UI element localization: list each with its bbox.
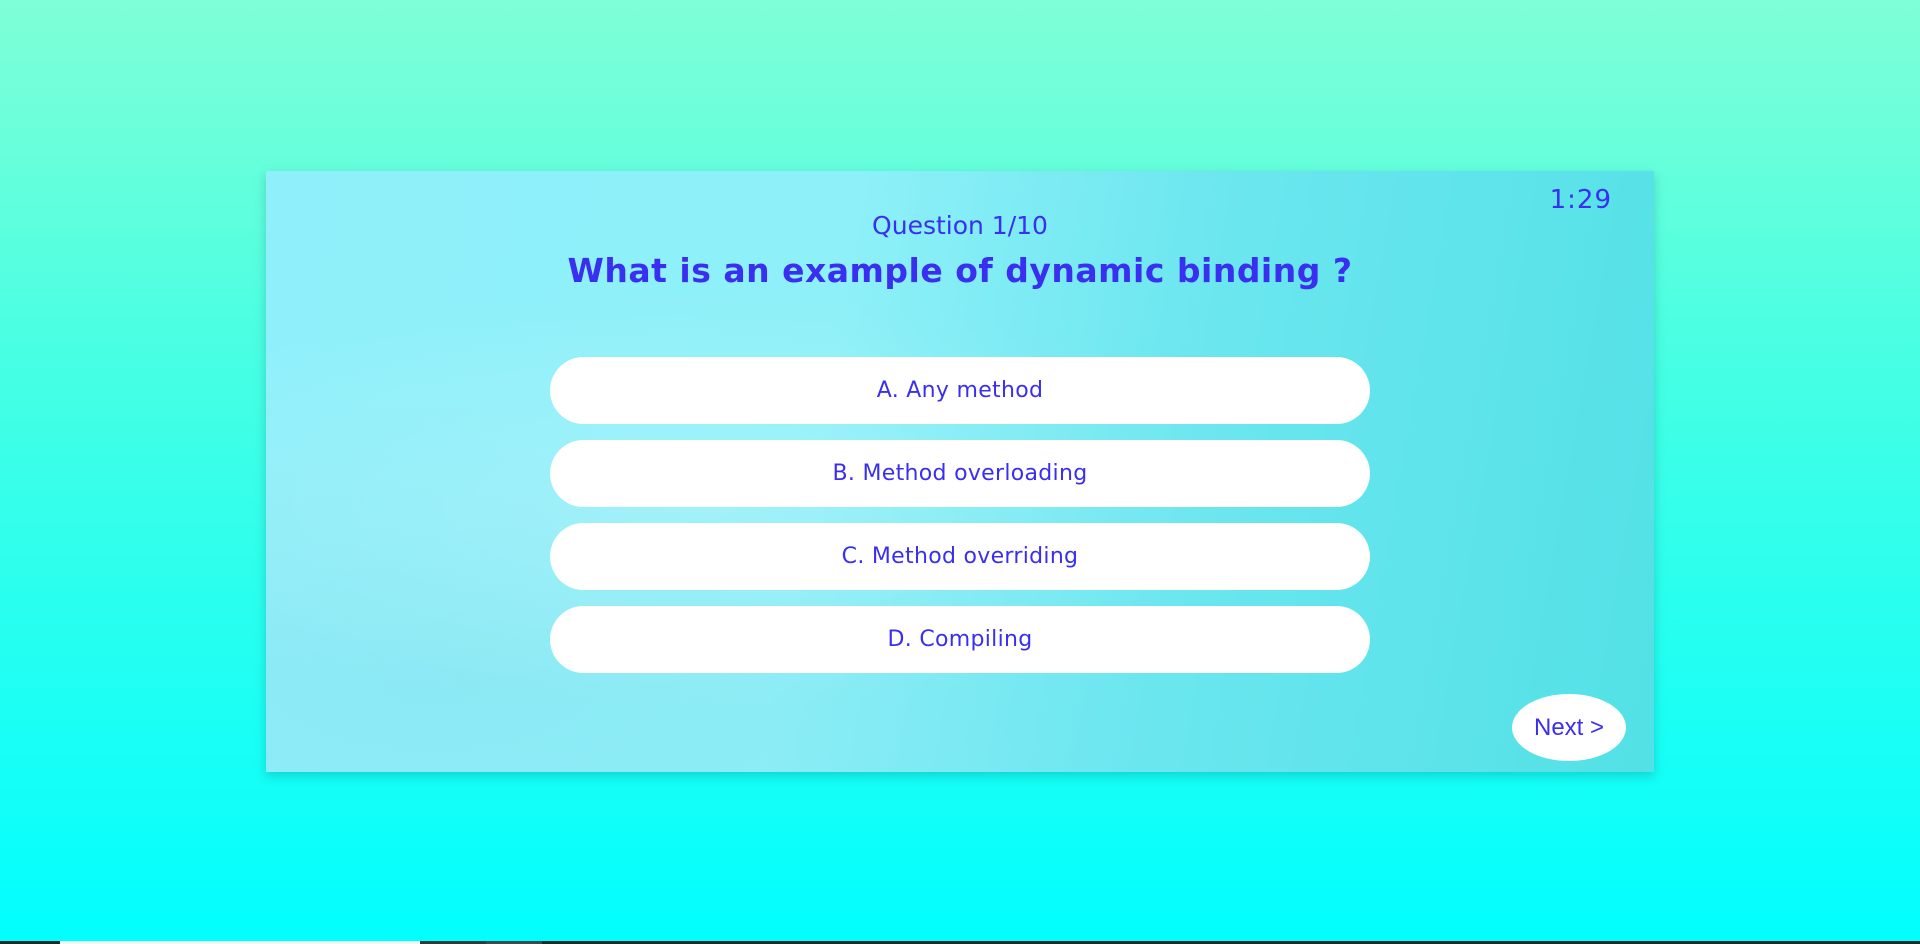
answer-option-d[interactable]: D. Compiling [550, 606, 1370, 673]
answer-option-c[interactable]: C. Method overriding [550, 523, 1370, 590]
question-text: What is an example of dynamic binding ? [567, 251, 1353, 290]
answer-option-b[interactable]: B. Method overloading [550, 440, 1370, 507]
quiz-card: 1:29 Question 1/10 What is an example of… [266, 171, 1654, 772]
answer-list: A. Any method B. Method overloading C. M… [550, 357, 1370, 689]
answer-option-a[interactable]: A. Any method [550, 357, 1370, 424]
next-button[interactable]: Next > [1512, 694, 1626, 761]
question-counter: Question 1/10 [872, 211, 1048, 240]
